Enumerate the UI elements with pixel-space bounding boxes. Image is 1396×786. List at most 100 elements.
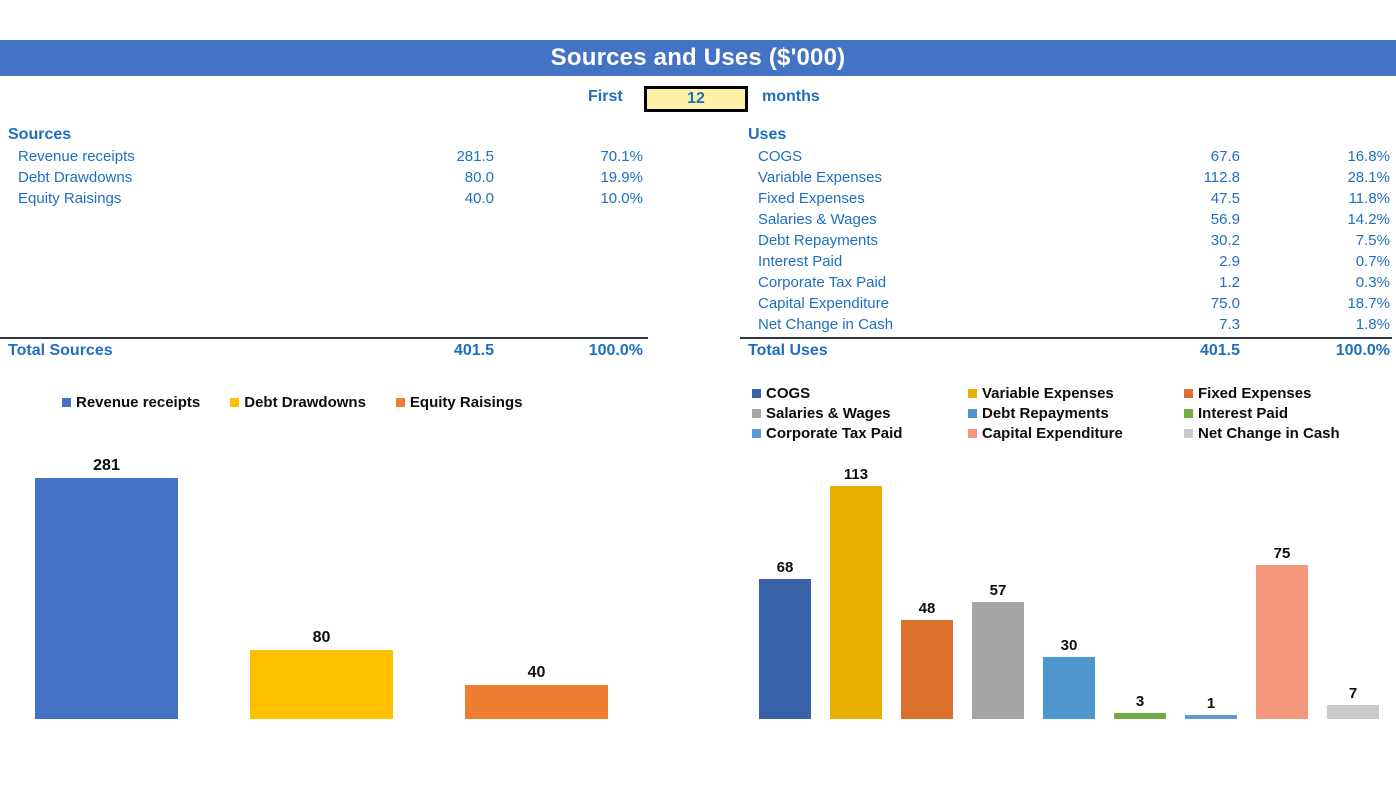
- uses-legend-label: Salaries & Wages: [766, 405, 891, 422]
- sources-row-label: Revenue receipts: [18, 148, 135, 165]
- sources-heading: Sources: [8, 126, 72, 143]
- chart-bar-group: 57: [972, 582, 1024, 719]
- uses-heading: Uses: [748, 126, 787, 143]
- uses-row-value: 7.3: [1219, 316, 1240, 333]
- legend-item[interactable]: Variable Expenses: [968, 385, 1184, 402]
- uses-legend-label: Corporate Tax Paid: [766, 425, 903, 442]
- chart-bar[interactable]: [1043, 657, 1095, 719]
- uses-bar-chart: 68 113 48 57 30 3 1 75 7: [745, 452, 1396, 724]
- chart-bar[interactable]: [465, 685, 608, 719]
- sources-and-uses-dashboard: Sources and Uses ($'000) First 12 months…: [0, 0, 1396, 786]
- uses-row-label: Capital Expenditure: [758, 295, 889, 312]
- chart-bar[interactable]: [1114, 713, 1166, 719]
- uses-legend-label: COGS: [766, 385, 811, 402]
- table-row: Capital Expenditure 75.0 18.7%: [740, 293, 1396, 314]
- chart-bar[interactable]: [759, 579, 811, 719]
- legend-item[interactable]: Debt Drawdowns: [230, 394, 366, 411]
- table-row: Variable Expenses 112.8 28.1%: [740, 167, 1396, 188]
- legend-swatch-icon: [1184, 389, 1193, 398]
- legend-item[interactable]: Interest Paid: [1184, 405, 1396, 422]
- legend-item[interactable]: Revenue receipts: [62, 394, 200, 411]
- table-row: Salaries & Wages 56.9 14.2%: [740, 209, 1396, 230]
- uses-row-label: Corporate Tax Paid: [758, 274, 887, 291]
- uses-bar-value-label: 48: [918, 600, 936, 617]
- sources-total-row: Total Sources 401.5 100.0%: [0, 339, 660, 363]
- chart-bar[interactable]: [830, 486, 882, 719]
- uses-row-value: 30.2: [1210, 232, 1240, 249]
- chart-bar[interactable]: [35, 478, 178, 719]
- chart-bar-group: 80: [250, 629, 393, 719]
- months-input[interactable]: 12: [644, 86, 748, 112]
- uses-row-value: 47.5: [1210, 190, 1240, 207]
- uses-total-value: 401.5: [1199, 342, 1240, 359]
- sources-total-value: 401.5: [453, 342, 494, 359]
- chart-bar-group: 30: [1043, 637, 1095, 719]
- table-row: Fixed Expenses 47.5 11.8%: [740, 188, 1396, 209]
- sources-row-label: Equity Raisings: [18, 190, 122, 207]
- legend-item[interactable]: Capital Expenditure: [968, 425, 1184, 442]
- sources-row-label: Debt Drawdowns: [18, 169, 133, 186]
- table-row: Net Change in Cash 7.3 1.8%: [740, 314, 1396, 335]
- table-row: Corporate Tax Paid 1.2 0.3%: [740, 272, 1396, 293]
- legend-swatch-icon: [968, 429, 977, 438]
- chart-bar[interactable]: [972, 602, 1024, 719]
- sources-row-value: 80.0: [464, 169, 494, 186]
- uses-row-label: Net Change in Cash: [758, 316, 894, 333]
- uses-total-label: Total Uses: [748, 342, 828, 359]
- chart-bar-group: 113: [830, 466, 882, 719]
- legend-swatch-icon: [752, 429, 761, 438]
- sources-row-value: 40.0: [464, 190, 494, 207]
- period-selector-row: First 12 months: [0, 86, 1396, 112]
- chart-bar[interactable]: [901, 620, 953, 719]
- chart-bar[interactable]: [250, 650, 393, 719]
- legend-swatch-icon: [752, 389, 761, 398]
- page-title: Sources and Uses ($'000): [550, 44, 846, 71]
- table-row: COGS 67.6 16.8%: [740, 146, 1396, 167]
- uses-total-row: Total Uses 401.5 100.0%: [740, 339, 1396, 363]
- uses-bar-value-label: 7: [1348, 685, 1358, 702]
- uses-table: Uses COGS 67.6 16.8% Variable Expenses 112.8…: [740, 124, 1396, 363]
- chart-bar[interactable]: [1256, 565, 1308, 719]
- uses-row-value: 2.9: [1219, 253, 1240, 270]
- chart-bar[interactable]: [1185, 715, 1237, 719]
- uses-row-pct: 18.7%: [1347, 295, 1390, 312]
- table-row: Debt Drawdowns 80.0 19.9%: [0, 167, 660, 188]
- uses-row-label: COGS: [758, 148, 803, 165]
- legend-item[interactable]: Equity Raisings: [395, 394, 522, 411]
- legend-swatch-icon: [1184, 409, 1193, 418]
- sources-row-pct: 10.0%: [600, 190, 643, 207]
- table-row: Interest Paid 2.9 0.7%: [740, 251, 1396, 272]
- legend-swatch-icon: [62, 398, 71, 407]
- chart-bar[interactable]: [1327, 705, 1379, 719]
- uses-legend-label: Interest Paid: [1198, 405, 1289, 422]
- legend-item[interactable]: COGS: [752, 385, 968, 402]
- uses-row-pct: 14.2%: [1347, 211, 1390, 228]
- uses-row-label: Debt Repayments: [758, 232, 879, 249]
- sources-spacer: [0, 209, 660, 335]
- uses-bar-value-label: 68: [776, 559, 794, 576]
- chart-bar-group: 7: [1327, 685, 1379, 719]
- legend-item[interactable]: Fixed Expenses: [1184, 385, 1396, 402]
- chart-bar-group: 40: [465, 664, 608, 719]
- chart-bar-group: 68: [759, 559, 811, 719]
- sources-legend-label: Revenue receipts: [76, 394, 201, 411]
- sources-row-pct: 70.1%: [600, 148, 643, 165]
- sources-bar-value-label: 40: [527, 664, 546, 681]
- uses-row-value: 1.2: [1219, 274, 1240, 291]
- legend-item[interactable]: Corporate Tax Paid: [752, 425, 968, 442]
- uses-row-label: Fixed Expenses: [758, 190, 865, 207]
- legend-swatch-icon: [1184, 429, 1193, 438]
- table-row: Equity Raisings 40.0 10.0%: [0, 188, 660, 209]
- uses-bar-value-label: 75: [1273, 545, 1291, 562]
- uses-row-value: 75.0: [1210, 295, 1240, 312]
- uses-row-label: Variable Expenses: [758, 169, 882, 186]
- legend-item[interactable]: Net Change in Cash: [1184, 425, 1396, 442]
- months-input-value: 12: [687, 90, 705, 107]
- legend-item[interactable]: Debt Repayments: [968, 405, 1184, 422]
- uses-row-pct: 11.8%: [1348, 190, 1390, 207]
- chart-bar-group: 48: [901, 600, 953, 719]
- period-suffix-label: months: [762, 88, 820, 105]
- legend-swatch-icon: [395, 398, 405, 407]
- legend-item[interactable]: Salaries & Wages: [752, 405, 968, 422]
- sources-legend-label: Debt Drawdowns: [244, 394, 366, 411]
